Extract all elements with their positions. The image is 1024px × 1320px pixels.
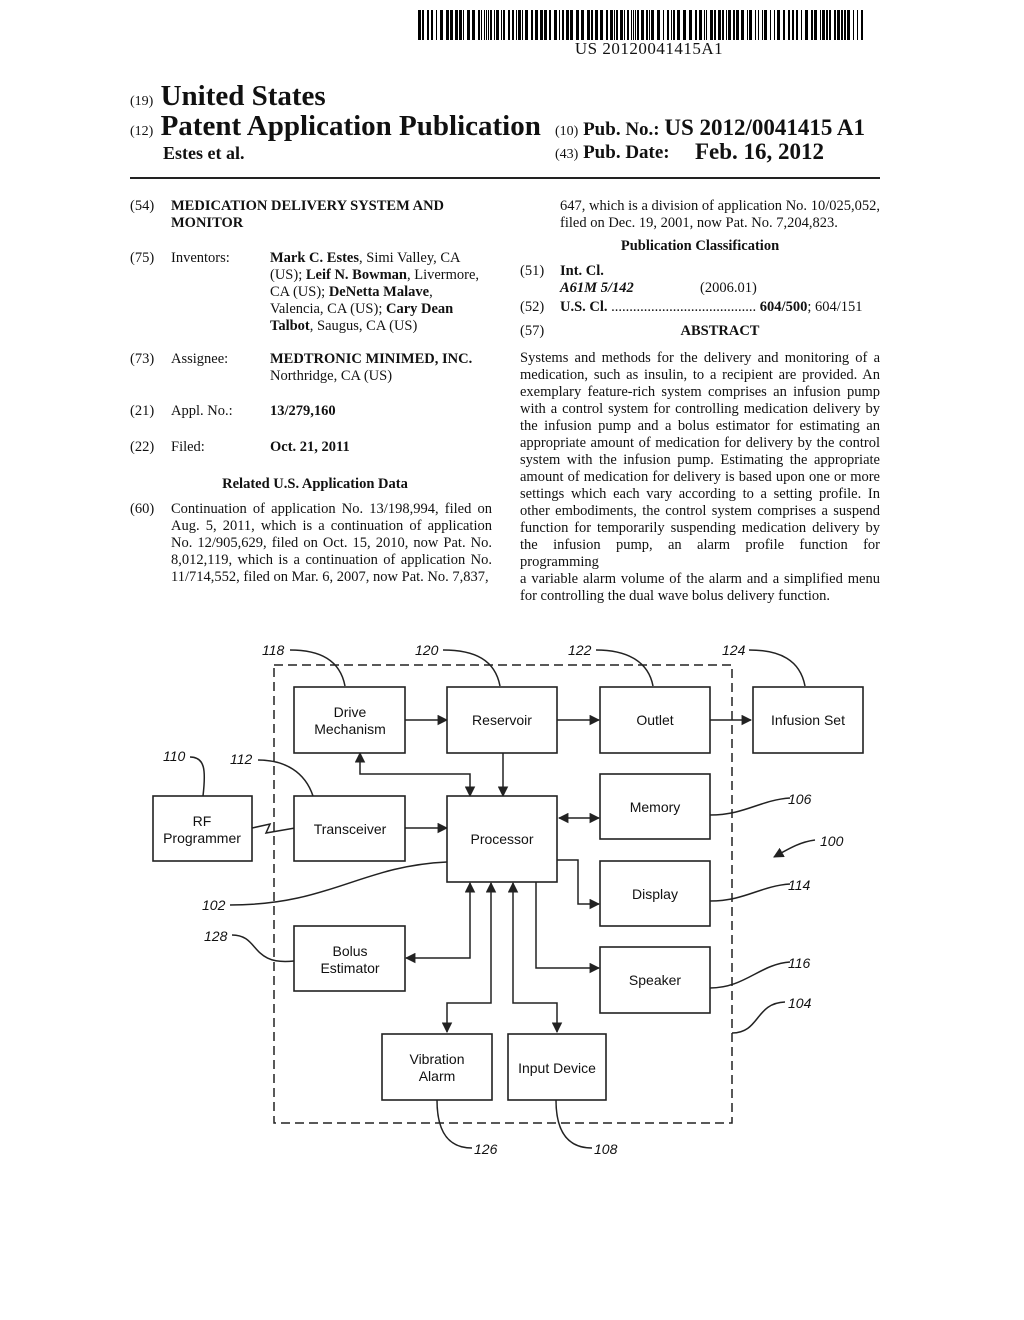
block-display: Display (599, 860, 711, 927)
leader-104 (731, 1001, 786, 1034)
leader-116 (709, 961, 791, 989)
arrow-drive-processor (354, 751, 476, 798)
block-label: Processor (470, 831, 533, 847)
block-processor: Processor (446, 795, 558, 883)
block-speaker: Speaker (599, 946, 711, 1014)
ref-112: 112 (230, 751, 253, 767)
block-bolus-estimator: Bolus Estimator (293, 925, 406, 992)
leader-128 (231, 934, 295, 963)
ref-116: 116 (788, 955, 811, 971)
ref-102: 102 (202, 897, 226, 913)
ref-120: 120 (415, 642, 439, 658)
block-label: RF (193, 813, 212, 829)
ref-124: 124 (722, 642, 746, 658)
leader-100 (773, 839, 816, 858)
leader-102 (229, 861, 448, 906)
ref-114: 114 (788, 877, 811, 893)
block-label: Programmer (163, 830, 241, 846)
ref-110: 110 (163, 748, 186, 764)
block-label: Input Device (518, 1060, 596, 1076)
block-label: Speaker (629, 972, 681, 988)
block-vibration-alarm: Vibration Alarm (381, 1033, 493, 1101)
block-drive-mechanism: Drive Mechanism (293, 686, 406, 754)
block-label: Alarm (419, 1068, 456, 1084)
block-infusion-set: Infusion Set (752, 686, 864, 754)
block-label: Memory (630, 799, 681, 815)
block-label: Vibration (409, 1051, 464, 1067)
block-diagram: Drive Mechanism Reservoir Outlet Infusio… (152, 642, 864, 1157)
arrow-input-to-processor (507, 881, 563, 1034)
block-label: Drive (334, 704, 367, 720)
leader-118 (289, 649, 346, 687)
block-label: Display (632, 886, 678, 902)
block-transceiver: Transceiver (293, 795, 406, 862)
block-input-device: Input Device (507, 1033, 607, 1101)
block-label: Bolus (332, 943, 367, 959)
block-reservoir: Reservoir (446, 686, 558, 754)
leader-110 (189, 756, 206, 797)
block-label: Transceiver (314, 821, 387, 837)
arrow-processor-bolus (404, 881, 476, 964)
leader-112 (257, 759, 314, 797)
block-label: Mechanism (314, 721, 386, 737)
arrow-processor-to-speaker (535, 881, 601, 974)
ref-122: 122 (568, 642, 592, 658)
ref-104: 104 (788, 995, 812, 1011)
ref-106: 106 (788, 791, 812, 807)
leader-120 (442, 649, 501, 687)
block-memory: Memory (599, 773, 711, 840)
ref-100: 100 (820, 833, 844, 849)
ref-118: 118 (262, 642, 285, 658)
ref-126: 126 (474, 1141, 498, 1157)
ref-108: 108 (594, 1141, 618, 1157)
block-outlet: Outlet (599, 686, 711, 754)
block-label: Infusion Set (771, 712, 845, 728)
leader-108 (555, 1099, 593, 1149)
leader-114 (709, 883, 791, 902)
block-label: Outlet (636, 712, 673, 728)
leader-106 (709, 797, 791, 816)
leader-124 (748, 649, 806, 687)
leader-122 (595, 649, 654, 687)
arrow-processor-to-display (557, 859, 601, 910)
leader-126 (436, 1099, 473, 1149)
ref-128: 128 (204, 928, 228, 944)
block-rf-programmer: RF Programmer (152, 795, 253, 862)
block-label: Estimator (320, 960, 379, 976)
block-label: Reservoir (472, 712, 532, 728)
